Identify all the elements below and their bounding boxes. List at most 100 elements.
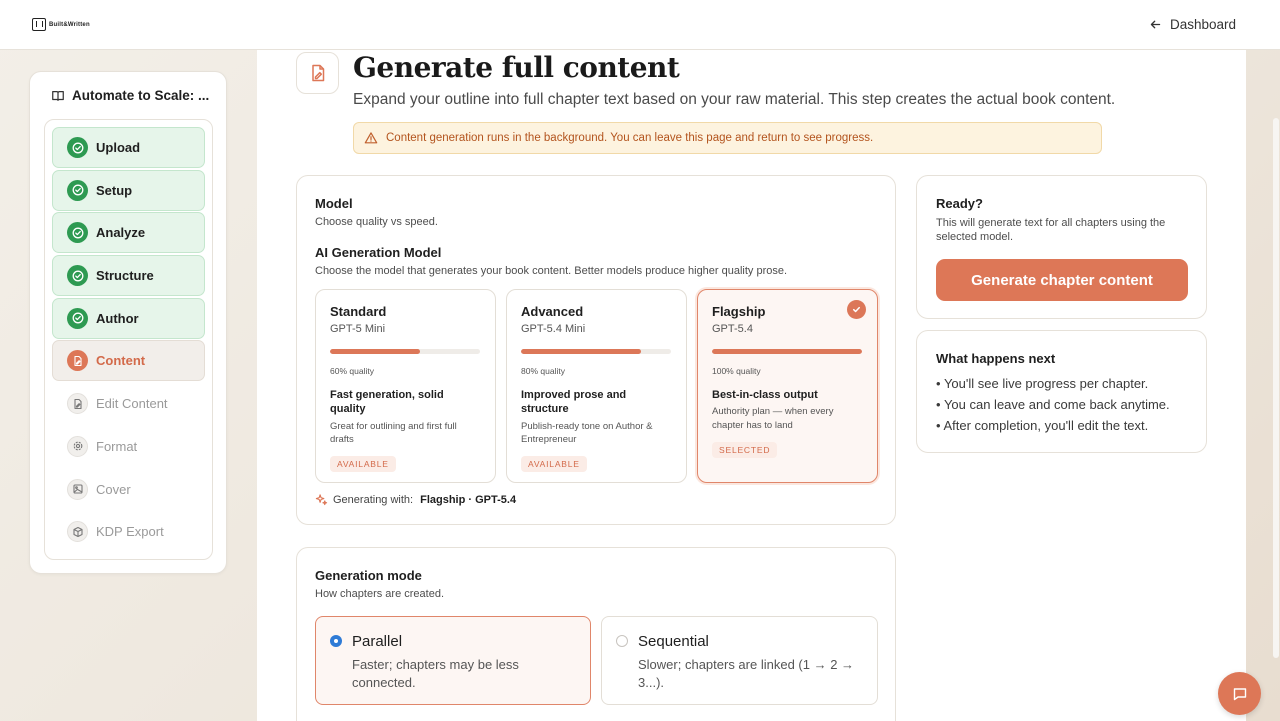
sidebar: Automate to Scale: ... Upload Setup Anal… — [29, 71, 227, 574]
content-step-icon — [296, 52, 339, 94]
project-title[interactable]: Automate to Scale: ... — [51, 88, 209, 103]
step-label: Analyze — [96, 225, 146, 241]
list-item: You can leave and come back anytime. — [936, 394, 1170, 415]
image-icon — [67, 478, 88, 500]
list-item: You'll see live progress per chapter. — [936, 373, 1170, 394]
gear-icon — [67, 435, 88, 457]
option-feature: Best-in-class output — [712, 389, 818, 401]
step-label: KDP Export — [96, 524, 164, 540]
ai-model-title: AI Generation Model — [315, 245, 442, 260]
generating-with-label: Generating with: — [333, 493, 414, 506]
dashboard-link[interactable]: Dashboard — [1149, 17, 1236, 32]
mode-card-subtitle: How chapters are created. — [315, 588, 445, 600]
generate-chapter-content-button[interactable]: Generate chapter content — [936, 259, 1188, 301]
check-circle-icon — [67, 307, 88, 329]
step-structure[interactable]: Structure — [52, 255, 205, 297]
notice-text: Content generation runs in the backgroun… — [386, 132, 874, 144]
step-edit-content[interactable]: Edit Content — [52, 383, 205, 424]
warning-icon — [364, 132, 378, 144]
step-label: Upload — [96, 140, 141, 155]
sparkle-icon — [315, 494, 328, 506]
option-name: Advanced — [521, 304, 584, 319]
ready-description: This will generate text for all chapters… — [936, 217, 1166, 244]
dashboard-label: Dashboard — [1169, 17, 1236, 32]
ready-card: Ready? This will generate text for all c… — [916, 175, 1207, 319]
step-upload[interactable]: Upload — [52, 127, 205, 168]
model-card: Model Choose quality vs speed. AI Genera… — [296, 175, 896, 525]
step-setup[interactable]: Setup — [52, 169, 205, 211]
generating-with: Generating with: Flagship · GPT-5.4 — [315, 493, 516, 506]
step-label: Edit Content — [96, 396, 168, 412]
top-bar: Built&Written Dashboard — [0, 0, 1280, 50]
arrow-left-icon — [1150, 20, 1161, 29]
page-title: Generate full content — [353, 51, 680, 84]
step-label: Cover — [96, 481, 131, 497]
option-quality: 80% quality — [521, 366, 565, 376]
check-circle-icon — [67, 265, 88, 287]
check-circle-icon — [67, 179, 88, 201]
logo-mark-icon — [32, 18, 46, 31]
logo-text: Built&Written — [49, 21, 90, 28]
page-subtitle: Expand your outline into full chapter te… — [353, 91, 1116, 108]
scrollbar[interactable] — [1273, 118, 1279, 658]
mode-description: Slower; chapters are linked (1 → 2 → 3..… — [638, 657, 855, 690]
background-notice: Content generation runs in the backgroun… — [353, 122, 1102, 154]
status-badge: SELECTED — [712, 441, 778, 458]
option-name: Standard — [330, 304, 387, 319]
model-option-advanced[interactable]: Advanced GPT-5.4 Mini 80% quality Improv… — [506, 289, 687, 483]
option-quality: 100% quality — [712, 366, 761, 376]
list-item: After completion, you'll edit the text. — [936, 415, 1170, 436]
mode-card-title: Generation mode — [315, 568, 422, 583]
mode-name: Sequential — [638, 633, 709, 650]
step-author[interactable]: Author — [52, 297, 205, 339]
option-description: Great for outlining and first full draft… — [330, 420, 457, 446]
option-name: Flagship — [712, 304, 766, 319]
model-option-flagship[interactable]: Flagship GPT-5.4 100% quality Best-in-cl… — [697, 289, 878, 483]
chat-icon — [1233, 687, 1246, 700]
project-title-text: Automate to Scale: ... — [72, 88, 210, 103]
step-kdp-export[interactable]: KDP Export — [52, 511, 205, 552]
step-format[interactable]: Format — [52, 426, 205, 467]
model-option-standard[interactable]: Standard GPT-5 Mini 60% quality Fast gen… — [315, 289, 496, 483]
step-label: Structure — [96, 268, 154, 284]
option-feature: Fast generation, solid quality — [330, 389, 444, 416]
what-happens-next-card: What happens next You'll see live progre… — [916, 330, 1207, 453]
mode-description: Faster; chapters may be less connected. — [352, 657, 519, 690]
check-circle-icon — [67, 137, 88, 158]
step-list: Upload Setup Analyze Structure Author Co… — [44, 119, 213, 560]
mode-name: Parallel — [352, 633, 403, 650]
chat-button[interactable] — [1218, 672, 1261, 715]
quality-bar — [712, 349, 862, 354]
main-panel: Generate full content Expand your outlin… — [257, 50, 1246, 721]
mode-option-parallel[interactable]: Parallel Faster; chapters may be less co… — [315, 616, 591, 705]
mode-option-sequential[interactable]: Sequential Slower; chapters are linked (… — [601, 616, 878, 705]
quality-bar-fill — [330, 349, 420, 354]
radio-unchecked[interactable] — [616, 635, 628, 647]
file-edit-icon — [67, 393, 88, 415]
option-description: Publish-ready tone on Author & Entrepren… — [521, 420, 653, 446]
option-description: Authority plan — when every chapter has … — [712, 406, 834, 432]
quality-bar-fill — [712, 349, 862, 354]
app-logo[interactable]: Built&Written — [32, 18, 90, 31]
check-icon — [847, 300, 866, 319]
step-cover[interactable]: Cover — [52, 469, 205, 510]
model-card-subtitle: Choose quality vs speed. — [315, 216, 438, 228]
option-model: GPT-5.4 — [712, 323, 753, 335]
step-label: Content — [96, 353, 146, 369]
quality-bar — [521, 349, 671, 354]
radio-checked[interactable] — [331, 636, 341, 646]
status-badge: AVAILABLE — [330, 456, 396, 473]
ai-model-subtitle: Choose the model that generates your boo… — [315, 265, 788, 277]
file-pen-icon — [67, 350, 88, 372]
step-content[interactable]: Content — [52, 340, 205, 382]
step-analyze[interactable]: Analyze — [52, 212, 205, 254]
step-label: Setup — [96, 182, 133, 198]
generating-with-value: Flagship · GPT-5.4 — [420, 493, 517, 506]
next-title: What happens next — [936, 351, 1056, 366]
option-feature: Improved prose and structure — [521, 389, 627, 416]
book-icon — [52, 90, 64, 101]
ready-title: Ready? — [936, 196, 983, 211]
quality-bar-fill — [521, 349, 641, 354]
model-card-title: Model — [315, 196, 353, 211]
quality-bar — [330, 349, 480, 354]
